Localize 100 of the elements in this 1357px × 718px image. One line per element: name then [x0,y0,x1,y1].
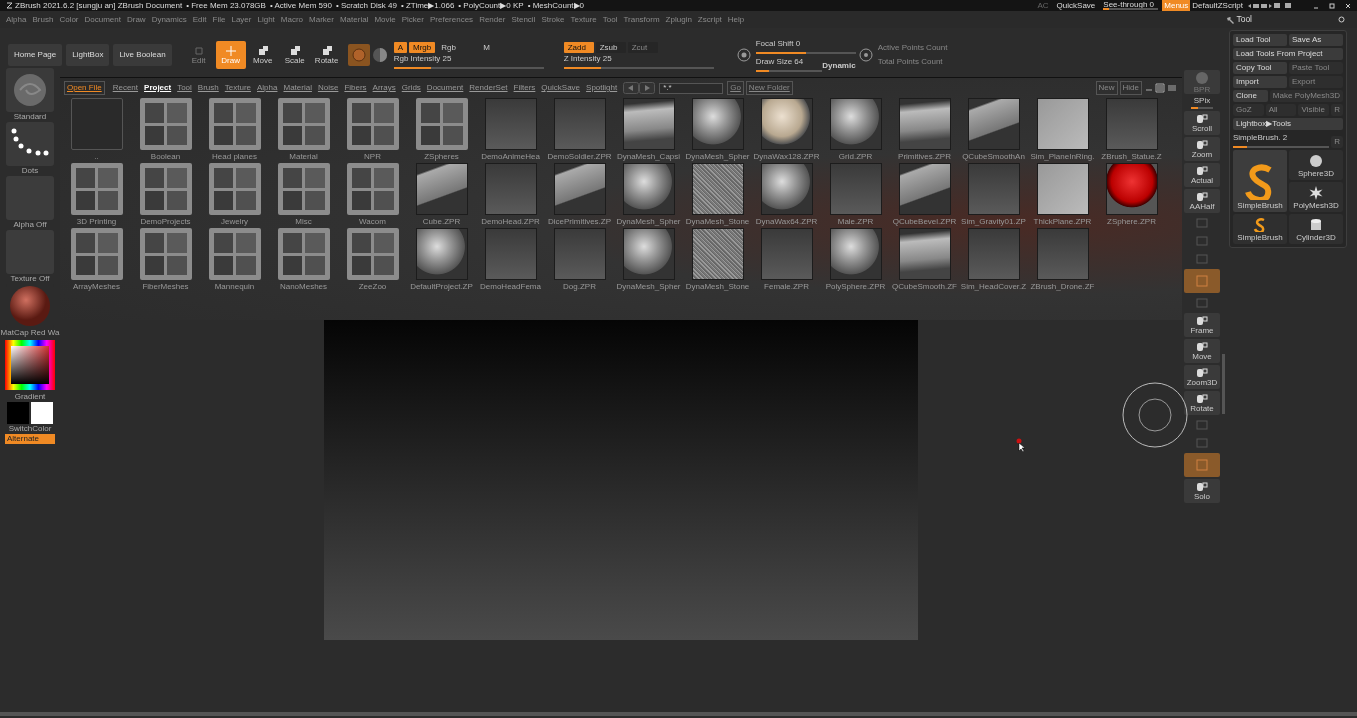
folder-thumbnail[interactable] [208,98,261,150]
view-toggle-icon[interactable] [1144,83,1178,93]
menu-item[interactable]: Zscript [697,11,722,28]
lightbox-tab[interactable]: RenderSet [469,82,508,94]
menu-item[interactable]: Dynamics [151,11,187,28]
model-thumbnail[interactable] [1036,228,1089,280]
channel-toggle[interactable]: Mrgb [409,41,436,53]
channel-toggle[interactable]: A [393,41,407,53]
noise-thumbnail[interactable] [691,163,744,215]
tool-button[interactable]: Load Tool [1233,34,1287,46]
box-thumbnail[interactable] [967,98,1020,150]
sphere-thumbnail[interactable] [1105,163,1158,215]
mode-toggle[interactable]: Scale [279,41,310,69]
menu-item[interactable]: Draw [126,11,146,28]
model-thumbnail[interactable] [484,228,537,280]
lightbox-tab[interactable]: Project [144,82,172,94]
lightbox-tab[interactable]: Texture [224,82,251,94]
sphere-thumbnail[interactable] [622,228,675,280]
menu-item[interactable]: Zplugin [665,11,692,28]
live-boolean-button[interactable]: Live Boolean [113,44,172,66]
view-button[interactable]: Move [1184,339,1220,363]
folder-thumbnail[interactable] [277,163,330,215]
model-thumbnail[interactable] [967,228,1020,280]
close-icon[interactable] [1345,2,1351,9]
folder-thumbnail[interactable] [208,228,261,280]
folder-thumbnail[interactable] [346,163,399,215]
menu-item[interactable]: Light [257,11,275,28]
view-button[interactable]: Frame [1184,313,1220,337]
lightbox-tab[interactable]: Grids [401,82,421,94]
reset-button[interactable]: R [1331,136,1343,148]
vertical-scrollbar[interactable] [1222,354,1225,414]
lightbox-tab[interactable]: Filters [513,82,536,94]
folder-thumbnail[interactable] [346,228,399,280]
tool-thumbnail[interactable]: SimpleBrush [1233,150,1287,212]
quicksave-button[interactable]: QuickSave [1056,0,1096,11]
cylinder-thumbnail[interactable] [622,98,675,150]
folder-thumbnail[interactable] [415,98,468,150]
menu-item[interactable]: Help [727,11,745,28]
plane-thumbnail[interactable] [1036,98,1089,150]
model-thumbnail[interactable] [760,228,813,280]
layout-arrows-icon[interactable] [1247,2,1273,9]
lightbox-tab[interactable]: Arrays [372,82,396,94]
channel-toggle[interactable]: Rgb [437,41,478,53]
rgb-intensity-slider[interactable] [393,66,544,69]
menu-item[interactable]: Texture [570,11,597,28]
color-sphere-icon[interactable] [371,47,388,63]
view-button[interactable]: Actual [1184,163,1220,187]
tool-button[interactable]: Import [1233,76,1287,88]
menu-item[interactable]: Document [84,11,121,28]
model-thumbnail[interactable] [484,163,537,215]
lightbox-tab[interactable]: Tool [177,82,192,94]
z-intensity-slider[interactable] [563,66,714,69]
menu-item[interactable]: Preferences [430,11,474,28]
parent-folder-thumbnail[interactable] [70,98,123,150]
model-thumbnail[interactable] [967,163,1020,215]
tool-thumbnail[interactable]: Cylinder3D [1289,214,1343,244]
view-button[interactable]: Rotate [1184,391,1220,415]
sculpt-toggle[interactable]: Zsub [595,41,626,53]
view-button[interactable]: Zoom [1184,137,1220,161]
folder-thumbnail[interactable] [139,228,192,280]
lightbox-tab[interactable]: Noise [317,82,339,94]
filter-field[interactable]: *.* [659,82,724,94]
sphere-thumbnail[interactable] [691,98,744,150]
view-button[interactable]: AAHalf [1184,189,1220,213]
box-thumbnail[interactable] [898,163,951,215]
cylinder-thumbnail[interactable] [898,228,951,280]
menu-item[interactable]: Brush [32,11,54,28]
mode-toggle[interactable]: Rotate [311,41,342,69]
sphere-thumbnail[interactable] [622,163,675,215]
sphere-thumbnail[interactable] [760,163,813,215]
model-thumbnail[interactable] [1105,98,1158,150]
open-file-button[interactable]: Open File [64,81,105,95]
lightbox-tab[interactable]: QuickSave [541,82,581,94]
stroke-target-icon[interactable] [735,47,752,63]
menu-item[interactable]: File [212,11,226,28]
stroke-button[interactable] [6,122,54,166]
lightbox-tab[interactable]: Spotlight [586,82,618,94]
noise-thumbnail[interactable] [691,228,744,280]
tool-button[interactable]: Lightbox▶Tools [1233,118,1343,130]
model-thumbnail[interactable] [484,98,537,150]
dynamic-button[interactable]: Dynamic [822,60,856,72]
folder-thumbnail[interactable] [277,98,330,150]
view-button[interactable]: Solo [1184,479,1220,503]
menu-item[interactable]: Tool [602,11,618,28]
lightbox-button[interactable]: LightBox [66,44,110,66]
menu-item[interactable]: Render [479,11,506,28]
menu-item[interactable]: Color [59,11,79,28]
sphere-thumbnail[interactable] [829,228,882,280]
lightbox-tab[interactable]: Brush [197,82,219,94]
home-page-button[interactable]: Home Page [8,44,63,66]
menu-item[interactable]: Picker [401,11,424,28]
tool-button[interactable]: Copy Tool [1233,62,1287,74]
tool-button[interactable]: Load Tools From Project [1233,48,1343,60]
menu-item[interactable]: Material [339,11,369,28]
channel-toggle[interactable]: M [479,41,494,53]
go-button[interactable]: Go [727,81,744,95]
tool-thumbnail[interactable]: Sphere3D [1289,150,1343,180]
lightbox-tab[interactable]: Alpha [257,82,278,94]
navigation-gizmo-icon[interactable] [1122,382,1188,448]
folder-thumbnail[interactable] [346,98,399,150]
